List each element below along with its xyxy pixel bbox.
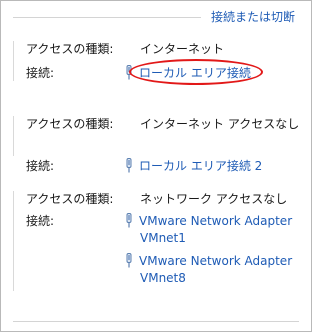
network-adapter-icon [126, 158, 132, 173]
access-type-label: アクセスの種類: [26, 117, 114, 131]
access-type-value: ネットワーク アクセスなし [140, 192, 288, 206]
network-status-panel: 接続または切断 アクセスの種類: インターネット 接続: ローカル エリア接続 … [0, 0, 312, 332]
network-adapter-icon [126, 253, 132, 268]
connection-item[interactable]: VMware Network Adapter [124, 253, 292, 269]
connection-row-continued: VMnet8 [14, 270, 304, 290]
access-type-row: アクセスの種類: インターネット [14, 41, 304, 61]
network-adapter-icon [126, 213, 132, 228]
access-type-label: アクセスの種類: [26, 192, 114, 206]
access-type-value: インターネット [140, 42, 225, 56]
connect-or-disconnect-link[interactable]: 接続または切断 [211, 9, 295, 25]
connection-item[interactable]: VMware Network Adapter [124, 213, 292, 229]
network-group-2: アクセスの種類: インターネット アクセスなし 接続: ローカル エリア接続 2 [13, 116, 304, 173]
connection-label: 接続: [26, 66, 55, 80]
connection-name-line2[interactable]: VMnet1 [140, 230, 186, 246]
connection-name-line2[interactable]: VMnet8 [140, 270, 186, 286]
bottom-divider [13, 321, 299, 322]
access-type-value: インターネット アクセスなし [140, 117, 300, 131]
connection-label: 接続: [26, 159, 55, 173]
network-adapter-icon [126, 65, 132, 80]
header-divider [13, 17, 201, 18]
connection-name-link[interactable]: VMware Network Adapter [139, 214, 292, 228]
connection-name-link[interactable]: ローカル エリア接続 [139, 66, 251, 80]
connection-label: 接続: [26, 214, 55, 228]
network-group-1: アクセスの種類: インターネット 接続: ローカル エリア接続 [13, 41, 304, 81]
connection-row: 接続: ローカル エリア接続 [14, 65, 304, 85]
connection-row-continued: VMnet1 [14, 230, 304, 250]
access-type-row: アクセスの種類: インターネット アクセスなし [14, 116, 304, 136]
connection-item[interactable]: ローカル エリア接続 2 [124, 158, 262, 174]
connection-row: 接続: ローカル エリア接続 2 [14, 158, 304, 178]
connection-name-link[interactable]: VMware Network Adapter [139, 254, 292, 268]
connection-name-link[interactable]: ローカル エリア接続 2 [139, 159, 262, 173]
access-type-label: アクセスの種類: [26, 42, 114, 56]
network-group-3: アクセスの種類: ネットワーク アクセスなし 接続: VMware Networ… [13, 191, 304, 291]
connection-item[interactable]: ローカル エリア接続 [124, 65, 251, 81]
access-type-row: アクセスの種類: ネットワーク アクセスなし [14, 191, 304, 211]
